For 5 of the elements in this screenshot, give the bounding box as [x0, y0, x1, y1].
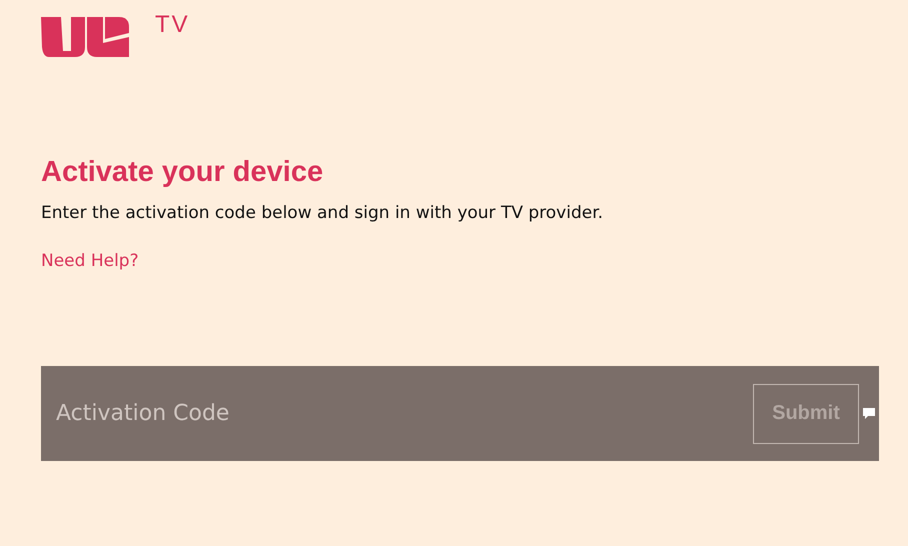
chat-icon[interactable] — [863, 408, 875, 419]
logo-text: TV — [155, 16, 190, 34]
instruction-text: Enter the activation code below and sign in with your TV provider. — [41, 202, 604, 225]
help-link[interactable]: Need Help? — [41, 249, 139, 273]
page-heading: Activate your device — [41, 157, 324, 187]
